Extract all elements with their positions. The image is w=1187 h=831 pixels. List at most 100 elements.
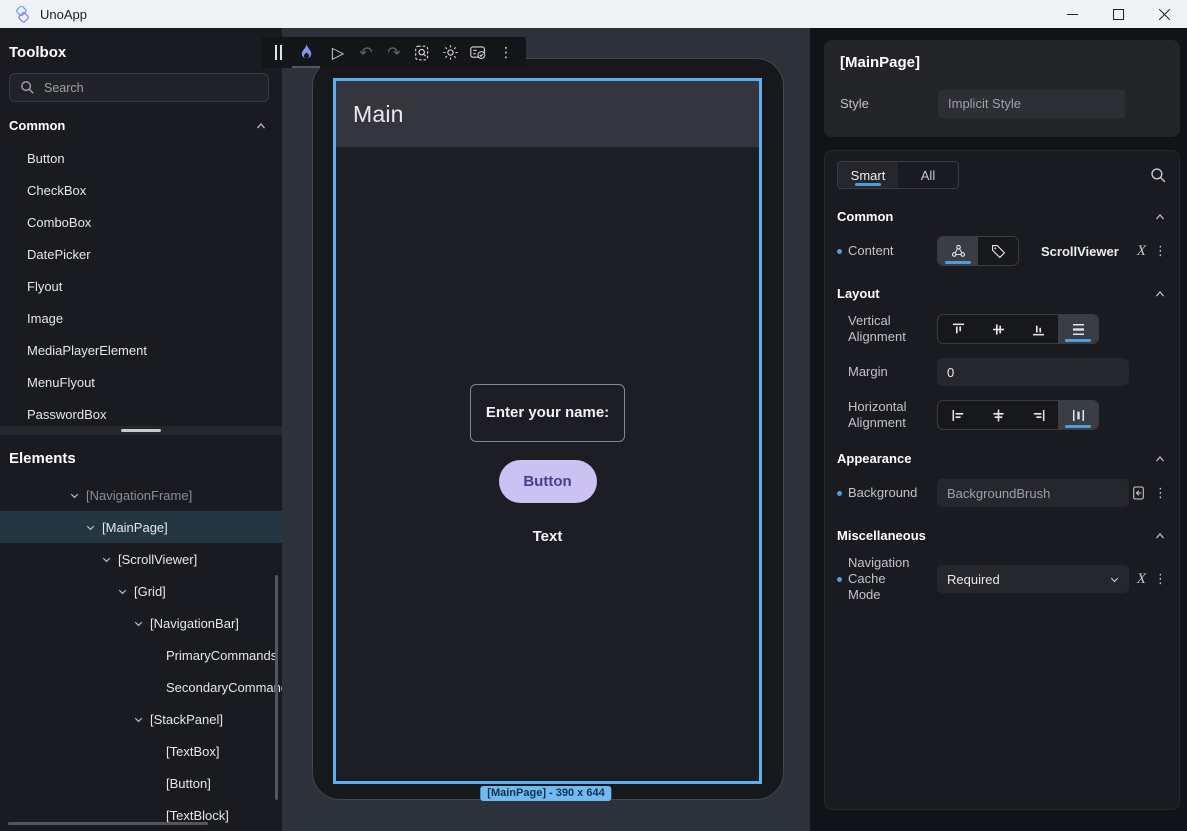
chevron-up-icon xyxy=(1153,287,1167,301)
valign-center-icon[interactable] xyxy=(978,315,1018,343)
resource-link-icon[interactable] xyxy=(1131,485,1146,501)
section-appearance[interactable]: Appearance xyxy=(837,451,1167,466)
toolbox-item-menuflyout[interactable]: MenuFlyout xyxy=(0,367,282,399)
toolbox-item-datepicker[interactable]: DatePicker xyxy=(0,239,282,271)
uno-logo-icon xyxy=(14,6,31,23)
navigation-bar[interactable]: Main xyxy=(336,81,759,147)
preview-button[interactable]: Button xyxy=(499,460,597,503)
margin-row: Margin 0 xyxy=(837,357,1167,387)
section-common[interactable]: Common xyxy=(837,209,1167,224)
mainpage-selection[interactable]: Main Enter your name: Button Text xyxy=(333,78,762,784)
form-check-icon[interactable] xyxy=(464,37,492,68)
horizontal-alignment-row: Horizontal Alignment xyxy=(837,399,1167,431)
chevron-down-icon[interactable] xyxy=(116,585,134,598)
navigation-cache-mode-select[interactable]: Required xyxy=(937,565,1129,593)
toolbox-item-button[interactable]: Button xyxy=(0,143,282,175)
toolbox-item-image[interactable]: Image xyxy=(0,303,282,335)
halign-left-icon[interactable] xyxy=(938,401,978,429)
tree-item-textbox[interactable]: [TextBox] xyxy=(0,735,282,767)
panel-splitter[interactable] xyxy=(0,426,282,435)
tree-item-scrollviewer[interactable]: [ScrollViewer] xyxy=(0,543,282,575)
search-input[interactable] xyxy=(44,81,244,95)
toolbar-drag-grip[interactable] xyxy=(268,37,288,68)
app-workspace: Toolbox Common ButtonCheckBoxComboBoxDat… xyxy=(0,28,1187,831)
toolbox-item-mediaplayerelement[interactable]: MediaPlayerElement xyxy=(0,335,282,367)
titlebar: UnoApp xyxy=(0,0,1187,28)
redo-icon[interactable]: ↷ xyxy=(380,37,408,68)
vertical-alignment-toggle xyxy=(937,314,1099,344)
undo-icon[interactable]: ↶ xyxy=(352,37,380,68)
halign-center-icon[interactable] xyxy=(978,401,1018,429)
valign-bottom-icon[interactable] xyxy=(1018,315,1058,343)
background-field[interactable]: BackgroundBrush xyxy=(937,479,1129,507)
toolbox-list: ButtonCheckBoxComboBoxDatePickerFlyoutIm… xyxy=(0,143,282,431)
properties-search-icon[interactable] xyxy=(1150,167,1167,184)
halign-stretch-icon[interactable] xyxy=(1058,401,1098,429)
content-mode-toggle xyxy=(937,236,1019,266)
preview-textbox[interactable]: Enter your name: xyxy=(470,384,625,442)
hot-design-flame-icon[interactable] xyxy=(288,37,324,68)
maximize-button[interactable] xyxy=(1095,0,1141,28)
style-value-field[interactable]: Implicit Style xyxy=(938,90,1125,118)
elements-horizontal-scrollbar[interactable] xyxy=(8,822,208,825)
minimize-button[interactable] xyxy=(1049,0,1095,28)
toolbox-title: Toolbox xyxy=(9,44,282,61)
tree-item-navigationbar[interactable]: [NavigationBar] xyxy=(0,607,282,639)
tree-item-label: [NavigationBar] xyxy=(150,616,239,631)
tree-item-navigationframe[interactable]: [NavigationFrame] xyxy=(0,479,282,511)
tree-item-label: PrimaryCommands xyxy=(166,648,277,663)
toolbox-item-combobox[interactable]: ComboBox xyxy=(0,207,282,239)
tree-item-secondarycommands[interactable]: SecondaryCommands xyxy=(0,671,282,703)
modified-dot xyxy=(837,249,842,254)
toolbox-item-flyout[interactable]: Flyout xyxy=(0,271,282,303)
more-options-icon[interactable]: ⋮ xyxy=(492,37,520,68)
valign-stretch-icon[interactable] xyxy=(1058,315,1098,343)
navigation-cache-mode-label: Navigation Cache Mode xyxy=(848,555,920,603)
toolbox-section-common[interactable]: Common xyxy=(9,118,268,133)
tree-item-textblock[interactable]: [TextBlock] xyxy=(0,799,282,831)
design-canvas: ▷ ↶ ↷ xyxy=(282,28,810,831)
elements-vertical-scrollbar[interactable] xyxy=(275,575,278,800)
section-layout-title: Layout xyxy=(837,286,880,301)
chevron-down-icon[interactable] xyxy=(100,553,118,566)
content-label: Content xyxy=(848,243,894,259)
chevron-down-icon xyxy=(1108,573,1121,586)
tab-smart[interactable]: Smart xyxy=(838,162,898,188)
xaml-binding-icon[interactable]: X xyxy=(1137,243,1146,260)
tree-item-primarycommands[interactable]: PrimaryCommands xyxy=(0,639,282,671)
toolbox-item-checkbox[interactable]: CheckBox xyxy=(0,175,282,207)
left-panel: Toolbox Common ButtonCheckBoxComboBoxDat… xyxy=(0,28,282,831)
margin-field[interactable]: 0 xyxy=(937,358,1129,386)
more-options-icon[interactable]: ⋮ xyxy=(1154,572,1167,587)
tag-mode-icon[interactable] xyxy=(978,237,1018,265)
vertical-alignment-label: Vertical Alignment xyxy=(848,313,920,345)
chevron-up-icon xyxy=(254,119,268,133)
more-options-icon[interactable]: ⋮ xyxy=(1154,486,1167,501)
chevron-down-icon[interactable] xyxy=(68,489,86,502)
chevron-down-icon[interactable] xyxy=(132,713,150,726)
close-button[interactable] xyxy=(1141,0,1187,28)
tree-item-stackpanel[interactable]: [StackPanel] xyxy=(0,703,282,735)
section-appearance-title: Appearance xyxy=(837,451,911,466)
valign-top-icon[interactable] xyxy=(938,315,978,343)
tree-item-label: [Grid] xyxy=(134,584,166,599)
tree-item-mainpage[interactable]: [MainPage] xyxy=(0,511,282,543)
section-miscellaneous[interactable]: Miscellaneous xyxy=(837,528,1167,543)
section-layout[interactable]: Layout xyxy=(837,286,1167,301)
tree-item-label: [ScrollViewer] xyxy=(118,552,197,567)
horizontal-alignment-toggle xyxy=(937,400,1099,430)
theme-sun-icon[interactable] xyxy=(436,37,464,68)
tree-item-grid[interactable]: [Grid] xyxy=(0,575,282,607)
element-mode-icon[interactable] xyxy=(938,237,978,265)
tree-item-button[interactable]: [Button] xyxy=(0,767,282,799)
toolbox-search[interactable] xyxy=(9,73,269,102)
halign-right-icon[interactable] xyxy=(1018,401,1058,429)
page-size-badge: [MainPage] - 390 x 644 xyxy=(480,786,611,801)
chevron-down-icon[interactable] xyxy=(132,617,150,630)
inspect-element-icon[interactable] xyxy=(408,37,436,68)
more-options-icon[interactable]: ⋮ xyxy=(1154,244,1167,259)
play-icon[interactable]: ▷ xyxy=(324,37,352,68)
xaml-binding-icon[interactable]: X xyxy=(1137,571,1146,588)
chevron-down-icon[interactable] xyxy=(84,521,102,534)
tab-all[interactable]: All xyxy=(898,162,958,188)
